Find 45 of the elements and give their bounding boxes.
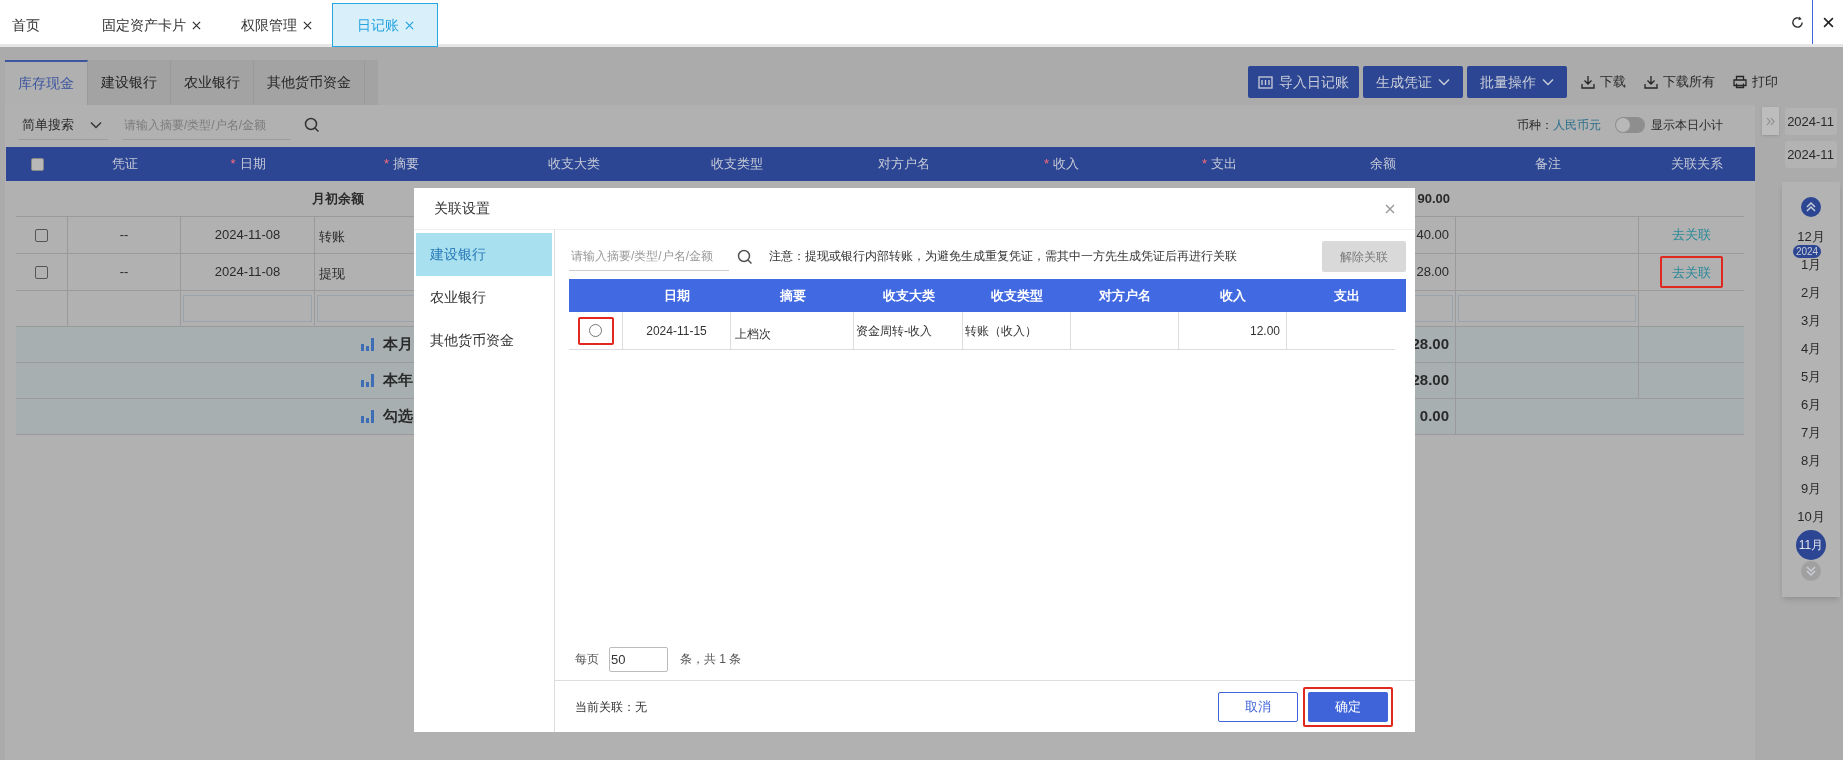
column-header: 收支类型	[711, 155, 763, 174]
dialog-title: 关联设置	[434, 199, 490, 218]
balance-value: 40.00	[1416, 226, 1450, 245]
total-count: 条，共 1 条	[680, 651, 742, 668]
column-header: 收支类型	[991, 286, 1043, 305]
table-cell-text: 2024-11-15	[646, 322, 707, 340]
table-cell-text: --	[119, 226, 129, 245]
column-header: 备注	[1534, 155, 1561, 174]
column-header: * 日期	[230, 155, 266, 174]
toggle-label: 显示本日小计	[1651, 117, 1723, 134]
column-header: * 支出	[1201, 155, 1238, 174]
table-cell-text: 12.00	[1249, 322, 1280, 340]
column-header: 对方户名	[878, 155, 930, 174]
column-header: 关联关系	[1671, 155, 1723, 174]
column-header: * 摘要	[383, 155, 420, 174]
table-cell-text: 上档次	[735, 325, 771, 343]
total-value: 0.00	[1419, 406, 1449, 427]
total-label: 本月	[383, 334, 413, 355]
current-link-text: 当前关联：无	[575, 698, 647, 716]
column-header: 日期	[664, 286, 690, 305]
table-cell-text: 2024-11-08	[214, 226, 281, 245]
opening-balance-label: 月初余额	[312, 189, 364, 208]
year-badge: 2024	[1792, 245, 1822, 258]
table-cell-text: 提现	[318, 265, 345, 284]
currency-label: 币种：	[1517, 117, 1553, 134]
table-cell-text: 资金周转-收入	[856, 322, 932, 340]
column-header: 支出	[1333, 286, 1360, 305]
balance-value: 90.00	[1417, 189, 1450, 208]
column-header: 摘要	[779, 286, 806, 305]
table-cell-text: 转账	[318, 228, 345, 247]
column-header: 收入	[1220, 286, 1246, 305]
column-header: 收支大类	[548, 155, 600, 174]
notice-text: 注意：提现或银行内部转账，为避免生成重复凭证，需其中一方先生成凭证后再进行关联	[769, 248, 1237, 264]
column-header: 对方户名	[1099, 286, 1151, 305]
balance-value: 28.00	[1416, 263, 1450, 282]
per-page-label: 每页	[575, 651, 599, 668]
column-header: * 收入	[1043, 155, 1080, 174]
column-header: 凭证	[111, 155, 138, 174]
column-header: 收支大类	[882, 286, 935, 305]
table-cell-text: 2024-11-08	[214, 263, 281, 282]
total-label: 勾选	[383, 406, 413, 427]
column-header: 余额	[1370, 155, 1396, 174]
total-label: 本年	[383, 370, 413, 391]
table-cell-text: --	[119, 263, 129, 282]
table-cell-text: 转账（收入）	[965, 322, 1037, 340]
